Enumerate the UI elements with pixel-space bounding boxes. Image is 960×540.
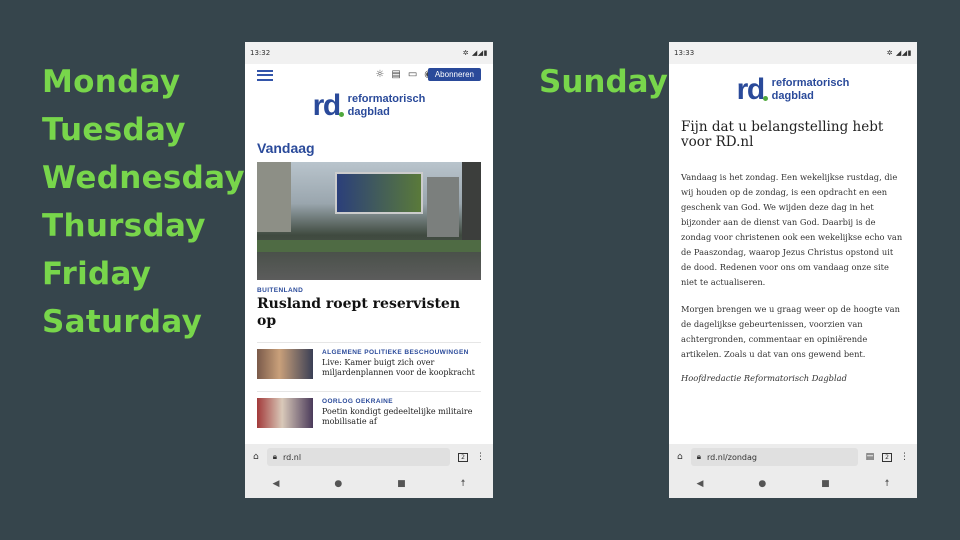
tabs-count-icon[interactable]: 2 [882, 452, 892, 462]
notice-paragraph: Morgen brengen we u graag weer op de hoo… [681, 304, 900, 359]
article-title[interactable]: Poetin kondigt gedeeltelijke militaire m… [322, 407, 481, 427]
subscribe-button[interactable]: Abonneren [427, 68, 481, 81]
day-label: Thursday [42, 208, 206, 244]
hero-category[interactable]: BUITENLAND [257, 287, 493, 294]
signal-icon: ✲ ◢◢▮ [886, 49, 912, 57]
article-category: ALGEMENE POLITIEKE BESCHOUWINGEN [322, 349, 469, 356]
day-label: Friday [42, 256, 152, 292]
status-time: 13:32 [250, 49, 271, 57]
status-bar: 13:32 ✲ ◢◢▮ [245, 42, 493, 64]
tabs-count-icon[interactable]: 2 [458, 452, 468, 462]
browser-bar: ⌂ 🔒︎ rd.nl/zondag ▤ 2 ⋮ ◀ ● ■ ☨ [669, 444, 917, 498]
notice-paragraph: Vandaag is het zondag. Een wekelijkse ru… [681, 172, 903, 287]
url-text: rd.nl [282, 452, 302, 462]
weekday-phone-screenshot: 13:32 ✲ ◢◢▮ ☼ ▤ ▭ ◉ Abonneren rd reforma… [245, 42, 493, 498]
sunday-label: Sunday [539, 64, 668, 100]
article-title[interactable]: Live: Kamer buigt zich over miljardenpla… [322, 358, 481, 378]
signal-icon: ✲ ◢◢▮ [462, 49, 488, 57]
day-label: Monday [42, 64, 181, 100]
url-text: rd.nl/zondag [706, 452, 757, 462]
settings-icon[interactable]: ☼ [375, 69, 384, 80]
status-bar: 13:33 ✲ ◢◢▮ [669, 42, 917, 64]
home-icon[interactable]: ⌂ [677, 452, 683, 462]
day-label: Wednesday [42, 160, 245, 196]
logo-name: reformatorisch dagblad [347, 93, 426, 118]
sunday-phone-screenshot: 13:33 ✲ ◢◢▮ rd reformatorisch dagblad Fij… [669, 42, 917, 498]
url-bar[interactable]: 🔒︎ rd.nl/zondag [690, 448, 858, 466]
day-label: Tuesday [42, 112, 186, 148]
home-nav-icon[interactable]: ● [758, 479, 766, 489]
notice-signature: Hoofdredactie Reformatorisch Dagblad [681, 373, 847, 383]
day-label: Saturday [42, 304, 203, 340]
section-title: Vandaag [257, 140, 315, 156]
site-logo[interactable]: rd reformatorisch dagblad [245, 86, 493, 126]
logo-name: reformatorisch dagblad [771, 77, 850, 102]
more-menu-icon[interactable]: ⋮ [900, 452, 909, 462]
hero-headline[interactable]: Rusland roept reservisten op [257, 296, 481, 330]
article-category: OORLOG OEKRAINE [322, 398, 394, 405]
list-item[interactable]: OORLOG OEKRAINE Poetin kondigt gedeeltel… [257, 391, 481, 428]
article-thumbnail[interactable] [257, 398, 313, 428]
lock-icon: 🔒︎ [696, 452, 701, 461]
site-header: ☼ ▤ ▭ ◉ Abonneren [245, 64, 493, 86]
browser-bar: ⌂ 🔒︎ rd.nl 2 ⋮ ◀ ● ■ ☨ [245, 444, 493, 498]
logo-mark: rd [737, 73, 768, 107]
system-nav: ◀ ● ■ ☨ [245, 470, 493, 498]
newspaper-icon[interactable]: ▤ [391, 69, 400, 80]
hero-image[interactable] [257, 162, 481, 280]
system-nav: ◀ ● ■ ☨ [669, 470, 917, 498]
menu-icon[interactable] [257, 69, 273, 81]
billboard-graphic [335, 172, 423, 214]
recents-icon[interactable]: ■ [397, 479, 406, 489]
back-icon[interactable]: ◀ [272, 479, 279, 489]
site-logo[interactable]: rd reformatorisch dagblad [669, 64, 917, 116]
url-bar[interactable]: 🔒︎ rd.nl [266, 448, 451, 466]
accessibility-icon[interactable]: ☨ [885, 479, 890, 489]
home-icon[interactable]: ⌂ [253, 452, 259, 462]
bookmark-icon[interactable]: ▭ [408, 69, 417, 80]
reader-mode-icon[interactable]: ▤ [866, 452, 875, 462]
recents-icon[interactable]: ■ [821, 479, 830, 489]
lock-icon: 🔒︎ [272, 452, 277, 461]
logo-mark: rd [313, 89, 344, 123]
back-icon[interactable]: ◀ [696, 479, 703, 489]
status-time: 13:33 [674, 49, 695, 57]
list-item[interactable]: ALGEMENE POLITIEKE BESCHOUWINGEN Live: K… [257, 342, 481, 379]
weekday-list: Monday Tuesday Wednesday Thursday Friday… [42, 62, 245, 350]
home-nav-icon[interactable]: ● [334, 479, 342, 489]
more-menu-icon[interactable]: ⋮ [476, 452, 485, 462]
notice-title: Fijn dat u belangstelling hebt voor RD.n… [681, 119, 884, 150]
header-icons: ☼ ▤ ▭ ◉ [375, 69, 433, 80]
article-thumbnail[interactable] [257, 349, 313, 379]
accessibility-icon[interactable]: ☨ [461, 479, 466, 489]
